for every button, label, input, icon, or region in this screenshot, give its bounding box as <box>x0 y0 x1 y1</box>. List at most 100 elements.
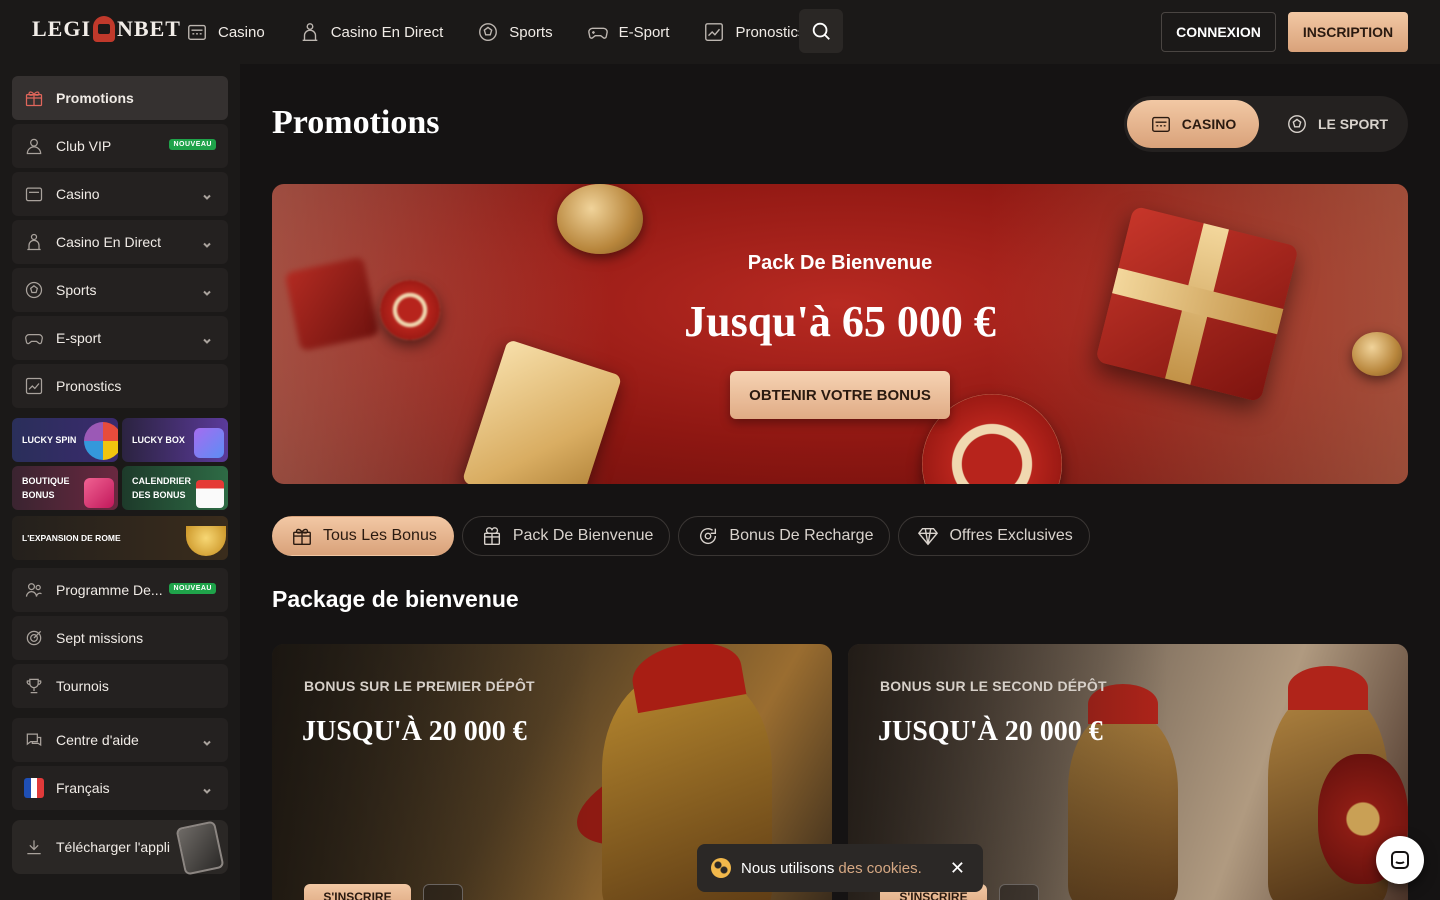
sidebar-item-esport[interactable]: E-sport <box>12 316 228 360</box>
sidebar-item-promotions[interactable]: Promotions <box>12 76 228 120</box>
sidebar-item-label: E-sport <box>56 330 102 346</box>
bonus-filters: Tous Les Bonus Pack De Bienvenue Bonus D… <box>272 516 1098 556</box>
new-badge: NOUVEAU <box>169 583 216 594</box>
toggle-sport[interactable]: LE SPORT <box>1270 100 1404 148</box>
chevron-down-icon <box>202 783 212 794</box>
chevron-down-icon <box>202 333 212 344</box>
calendar-icon <box>196 480 224 508</box>
filter-reload-bonus[interactable]: Bonus De Recharge <box>678 516 891 556</box>
nav-sports[interactable]: Sports <box>477 21 553 43</box>
filter-exclusive-offers[interactable]: Offres Exclusives <box>898 516 1090 556</box>
sidebar-item-label: Tournois <box>56 678 109 694</box>
filter-all-bonuses[interactable]: Tous Les Bonus <box>272 516 454 556</box>
filter-label: Pack De Bienvenue <box>512 527 654 544</box>
chat-icon <box>1391 851 1409 869</box>
cookie-text: Nous utilisons <box>741 859 835 877</box>
sidebar-item-tournaments[interactable]: Tournois <box>12 664 228 708</box>
nav-live-casino-label: Casino En Direct <box>330 23 444 41</box>
sidebar-item-label: Pronostics <box>56 378 122 394</box>
new-badge: NOUVEAU <box>169 139 216 150</box>
target-icon <box>26 630 42 646</box>
soccer-ball-icon <box>1288 115 1306 133</box>
cookie-icon <box>711 858 731 878</box>
sidebar: Promotions Club VIP NOUVEAU Casino Casin… <box>0 64 240 900</box>
users-icon <box>25 583 42 597</box>
tile-lucky-box[interactable]: LUCKY BOX <box>122 418 228 462</box>
welcome-pack-banner: Pack De Bienvenue Jusqu'à 65 000 € OBTEN… <box>272 184 1408 484</box>
toggle-casino-label: CASINO <box>1181 116 1237 132</box>
sidebar-item-missions[interactable]: Sept missions <box>12 616 228 660</box>
help-chat-icon <box>26 733 42 747</box>
banner-title: Jusqu'à 65 000 € <box>684 297 996 346</box>
chart-icon <box>25 377 43 395</box>
sidebar-item-label: Programme De... <box>56 582 163 598</box>
gamepad-icon <box>25 334 43 345</box>
live-chat-button[interactable] <box>1376 836 1424 884</box>
filter-label: Tous Les Bonus <box>323 527 437 544</box>
info-button[interactable] <box>423 884 463 900</box>
tile-rome-expansion[interactable]: L'EXPANSION DE ROME <box>12 516 228 560</box>
soccer-ball-icon <box>25 281 43 299</box>
gift-icon <box>293 528 311 545</box>
trophy-icon <box>26 678 42 694</box>
sidebar-item-label: Sept missions <box>56 630 144 646</box>
sidebar-item-label: Sports <box>56 282 97 298</box>
main-nav: Casino Casino En Direct Sports E-Sport P… <box>186 0 840 64</box>
info-button[interactable] <box>999 884 1039 900</box>
register-button[interactable]: INSCRIPTION <box>1288 12 1408 52</box>
phone-illustration <box>175 820 225 876</box>
nav-casino[interactable]: Casino <box>186 21 265 43</box>
sidebar-item-club-vip[interactable]: Club VIP NOUVEAU <box>12 124 228 168</box>
sidebar-item-pronostics[interactable]: Pronostics <box>12 364 228 408</box>
login-button[interactable]: CONNEXION <box>1161 12 1276 52</box>
download-app-button[interactable]: Télécharger l'appli <box>12 820 228 876</box>
chevron-down-icon <box>202 237 212 248</box>
page-title: Promotions <box>272 104 440 141</box>
tile-label: LUCKY BOX <box>132 435 185 445</box>
filter-label: Offres Exclusives <box>949 527 1073 544</box>
product-toggle: CASINO LE SPORT <box>1124 96 1408 152</box>
sidebar-item-live-casino[interactable]: Casino En Direct <box>12 220 228 264</box>
chevron-down-icon <box>202 735 212 746</box>
tile-boutique-bonus[interactable]: BOUTIQUE BONUS <box>12 466 118 510</box>
logo-text-right: NBET <box>117 16 181 41</box>
reload-icon <box>700 528 717 545</box>
download-app-label: Télécharger l'appli <box>56 839 170 855</box>
legionbet-logo[interactable]: LEGI NBET <box>32 16 181 42</box>
tile-lucky-spin[interactable]: LUCKY SPIN <box>12 418 118 462</box>
sidebar-item-help[interactable]: Centre d'aide <box>12 718 228 762</box>
nav-pronostics[interactable]: Pronostics <box>703 21 806 43</box>
language-selector[interactable]: Français <box>12 766 228 810</box>
golden-cup-icon <box>186 526 226 556</box>
sidebar-item-label: Centre d'aide <box>56 732 139 748</box>
close-icon[interactable]: ✕ <box>950 858 965 879</box>
cookie-banner: Nous utilisons des cookies. ✕ <box>697 844 983 892</box>
signup-button[interactable]: S'INSCRIRE <box>304 884 411 900</box>
search-button[interactable] <box>799 9 843 53</box>
sidebar-item-casino[interactable]: Casino <box>12 172 228 216</box>
get-bonus-button[interactable]: OBTENIR VOTRE BONUS <box>730 371 950 419</box>
sidebar-item-label: Club VIP <box>56 138 112 154</box>
toggle-casino[interactable]: CASINO <box>1127 100 1259 148</box>
cookie-link[interactable]: des cookies. <box>838 860 921 877</box>
gift-icon <box>25 91 43 107</box>
tile-bonus-calendar[interactable]: CALENDRIER DES BONUS <box>122 466 228 510</box>
sidebar-item-label: Casino En Direct <box>56 234 162 250</box>
filter-welcome-pack[interactable]: Pack De Bienvenue <box>461 516 671 556</box>
slot-machine-icon <box>25 187 43 202</box>
card-kicker: BONUS SUR LE PREMIER DÉPÔT <box>304 678 535 694</box>
nav-esport-label: E-Sport <box>618 23 670 41</box>
nav-live-casino[interactable]: Casino En Direct <box>299 21 444 43</box>
helmet-crest-image <box>1288 666 1368 710</box>
toggle-sport-label: LE SPORT <box>1317 116 1388 132</box>
sidebar-item-label: Promotions <box>56 90 134 106</box>
sidebar-item-sports[interactable]: Sports <box>12 268 228 312</box>
sidebar-item-referral[interactable]: Programme De... NOUVEAU <box>12 568 228 612</box>
nav-esport[interactable]: E-Sport <box>587 21 670 43</box>
filter-label: Bonus De Recharge <box>729 527 874 544</box>
shopping-bag-icon <box>84 478 114 508</box>
nav-casino-label: Casino <box>218 23 265 41</box>
user-icon <box>26 138 42 155</box>
section-title: Package de bienvenue <box>272 586 519 612</box>
tile-label: BOUTIQUE BONUS <box>22 476 70 500</box>
